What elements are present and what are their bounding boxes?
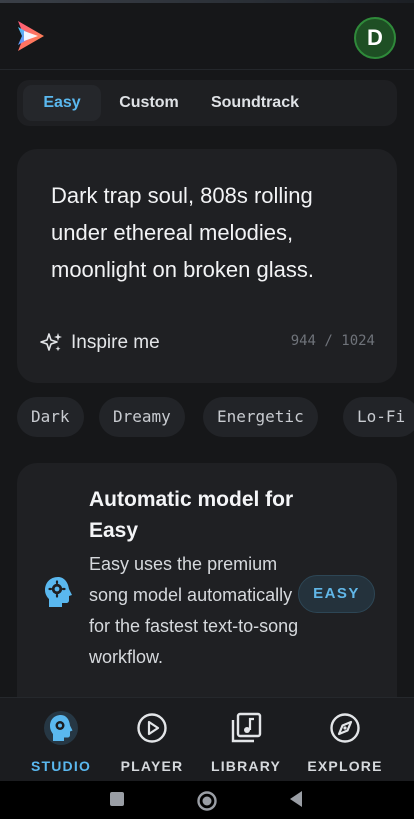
back-icon[interactable] bbox=[288, 790, 304, 808]
tab-soundtrack[interactable]: Soundtrack bbox=[197, 85, 313, 121]
chip-lo-fi[interactable]: Lo-Fi bbox=[343, 397, 414, 437]
tab-easy[interactable]: Easy bbox=[23, 85, 101, 121]
chip-energetic[interactable]: Energetic bbox=[203, 397, 318, 437]
chip-dark[interactable]: Dark bbox=[17, 397, 84, 437]
tab-custom[interactable]: Custom bbox=[109, 85, 189, 121]
character-counter: 944 / 1024 bbox=[290, 333, 375, 349]
nav-explore-label: EXPLORE bbox=[307, 758, 383, 774]
avatar[interactable]: D bbox=[354, 17, 396, 59]
home-icon[interactable] bbox=[196, 790, 218, 812]
play-circle-icon bbox=[137, 713, 167, 743]
info-description: Easy uses the premium song model automat… bbox=[89, 554, 299, 667]
head-gear-icon bbox=[45, 577, 72, 607]
nav-studio[interactable]: STUDIO bbox=[13, 698, 109, 782]
prompt-card[interactable]: Dark trap soul, 808s rolling under ether… bbox=[17, 149, 397, 383]
nav-studio-label: STUDIO bbox=[30, 758, 92, 774]
nav-player-label: PLAYER bbox=[120, 758, 184, 774]
sparkles-icon bbox=[40, 333, 62, 352]
nav-player[interactable]: PLAYER bbox=[104, 698, 200, 782]
compass-icon bbox=[330, 713, 360, 743]
inspire-me-button[interactable]: Inspire me bbox=[39, 329, 160, 357]
nav-library-label: LIBRARY bbox=[210, 758, 282, 774]
recents-icon[interactable] bbox=[109, 791, 125, 807]
system-navigation-bar bbox=[0, 781, 414, 819]
music-library-icon bbox=[231, 712, 262, 743]
chip-dreamy[interactable]: Dreamy bbox=[99, 397, 185, 437]
nav-library[interactable]: LIBRARY bbox=[198, 698, 294, 782]
bottom-navigation: STUDIO PLAYER LIBRARY EXPLORE bbox=[0, 697, 414, 782]
prompt-input[interactable]: Dark trap soul, 808s rolling under ether… bbox=[51, 177, 371, 288]
mode-tabs: Easy Custom Soundtrack bbox=[17, 80, 397, 126]
info-title: Automatic model for Easy bbox=[89, 488, 294, 542]
app-bar: D bbox=[0, 3, 414, 70]
head-gear-icon bbox=[44, 711, 78, 745]
style-chips: Dark Dreamy Energetic Lo-Fi bbox=[17, 397, 414, 439]
nav-explore[interactable]: EXPLORE bbox=[297, 698, 393, 782]
inspire-me-label: Inspire me bbox=[71, 332, 160, 353]
easy-badge: EASY bbox=[298, 575, 375, 613]
play-arrow-logo-icon[interactable] bbox=[14, 19, 52, 53]
